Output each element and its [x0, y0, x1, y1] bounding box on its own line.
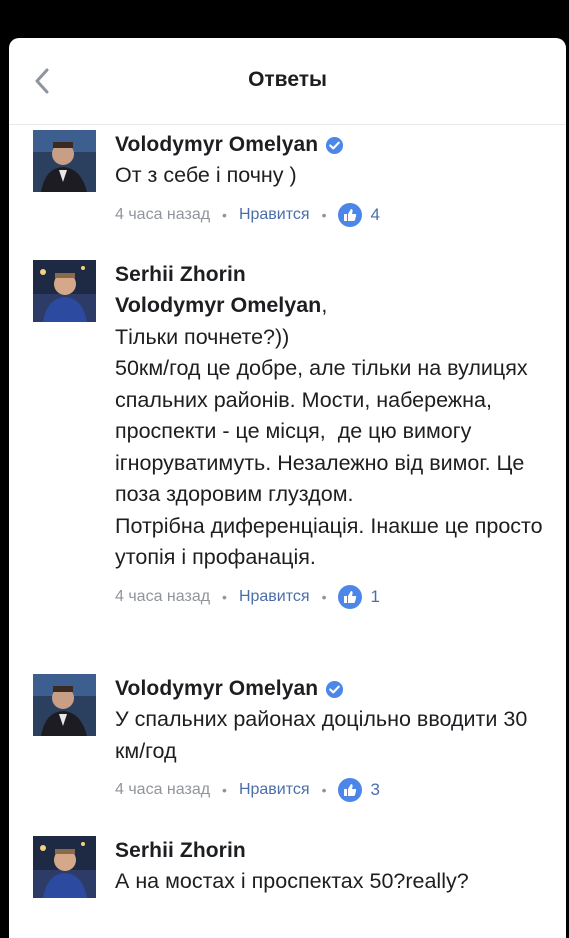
replies-sheet: Ответы Volodymyr Omelyan От з себе і поч…	[9, 38, 566, 938]
avatar[interactable]	[33, 674, 96, 736]
comment-text: А на мостах і проспектах 50?really?	[115, 869, 469, 893]
like-count[interactable]: 1	[370, 587, 379, 607]
like-button[interactable]: Нравится	[239, 588, 310, 606]
separator-dot: •	[321, 206, 327, 223]
thumbs-up-icon	[338, 778, 363, 802]
comment-meta: 4 часа назад • Нравится • 3	[115, 777, 555, 803]
page-title: Ответы	[248, 68, 327, 91]
separator-dot: •	[222, 782, 227, 798]
avatar[interactable]	[33, 836, 96, 898]
comment-text: От з себе і почну )	[115, 163, 297, 187]
comment-author[interactable]: Volodymyr Omelyan	[115, 133, 318, 157]
like-count[interactable]: 4	[370, 205, 379, 225]
comment-time: 4 часа назад	[115, 781, 211, 798]
comment-author[interactable]: Serhii Zhorin	[115, 839, 246, 863]
mention-link[interactable]: Volodymyr Omelyan	[115, 293, 321, 317]
comment-meta: 4 часа назад • Нравится • 4	[115, 202, 555, 228]
like-button[interactable]: Нравится	[239, 206, 310, 224]
comment-text: У спальних районах доцільно вводити 30 к…	[115, 707, 534, 763]
separator-dot: •	[222, 588, 227, 605]
thumbs-up-icon	[338, 202, 363, 227]
verified-badge-icon	[326, 136, 344, 154]
comment-text: Volodymyr Omelyan, Тільки почнете?)) 50к…	[115, 290, 555, 574]
verified-badge-icon	[326, 680, 344, 698]
separator-dot: •	[321, 588, 327, 605]
like-count[interactable]: 3	[370, 780, 379, 800]
comment-meta: 4 часа назад • Нравится • 1	[115, 584, 555, 610]
thumbs-up-icon	[338, 584, 363, 609]
header: Ответы	[9, 38, 566, 125]
separator-dot: •	[222, 206, 227, 223]
comment-text-body: , Тільки почнете?)) 50км/год це добре, а…	[115, 293, 543, 569]
comment-author[interactable]: Volodymyr Omelyan	[115, 677, 318, 701]
like-button[interactable]: Нравится	[239, 781, 310, 799]
avatar[interactable]	[33, 260, 96, 322]
separator-dot: •	[321, 782, 327, 798]
comment-author[interactable]: Serhii Zhorin	[115, 263, 246, 287]
avatar[interactable]	[33, 130, 96, 192]
comment-time: 4 часа назад	[115, 205, 211, 223]
comment-time: 4 часа назад	[115, 587, 211, 605]
